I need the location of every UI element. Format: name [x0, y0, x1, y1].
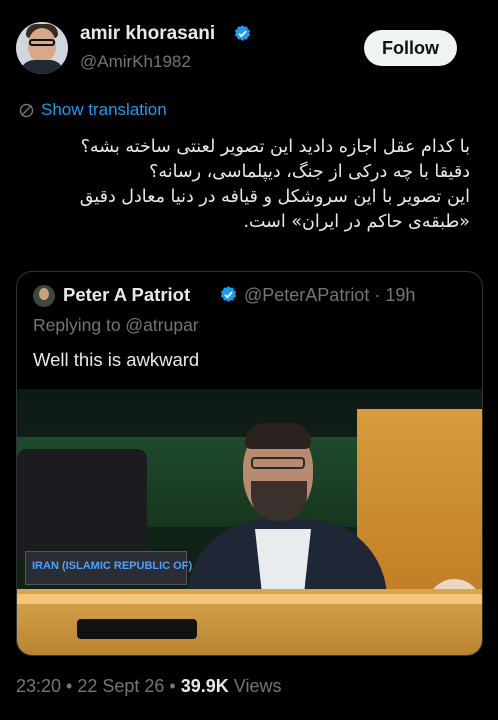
tweet: amir khorasani @AmirKh1982 Follow Show t…	[0, 0, 498, 720]
quote-text: Well this is awkward	[33, 349, 200, 370]
quote-image[interactable]: IRAN (ISLAMIC REPUBLIC OF)	[17, 389, 482, 655]
quote-author-name[interactable]: Peter A Patriot	[63, 284, 190, 306]
author-avatar[interactable]	[16, 22, 68, 74]
tweet-text-line: دقیقا با چه درکی از جنگ، دیپلماسی، رسانه…	[149, 162, 470, 182]
tweet-text-line: «طبقه‌ی حاکم در ایران» است.	[243, 212, 470, 232]
follow-button[interactable]: Follow	[364, 30, 457, 66]
verified-badge-icon	[220, 286, 237, 302]
author-handle[interactable]: @AmirKh1982	[80, 52, 191, 72]
timestamp[interactable]: 23:20 • 22 Sept 26 •	[16, 676, 181, 696]
nameplate-label: IRAN (ISLAMIC REPUBLIC OF)	[32, 560, 193, 572]
verified-badge-icon	[234, 25, 251, 41]
tweet-text-line: این تصویر با این سروشکل و قیافه در دنیا …	[79, 187, 470, 207]
views-count: 39.9K	[180, 676, 229, 696]
show-translation-link[interactable]: Show translation	[18, 100, 167, 120]
translate-icon	[19, 103, 34, 117]
quote-author-handle-time[interactable]: @PeterAPatriot · 19h	[244, 285, 415, 306]
quoted-tweet[interactable]: Peter A Patriot @PeterAPatriot · 19h Rep…	[16, 271, 483, 656]
country-nameplate: IRAN (ISLAMIC REPUBLIC OF)	[25, 551, 192, 585]
replying-to[interactable]: Replying to @atrupar	[33, 315, 199, 336]
quote-author-avatar[interactable]	[33, 285, 55, 307]
tweet-text: با کدام عقل اجازه دادید این تصویر لعنتی …	[10, 135, 470, 235]
author-name[interactable]: amir khorasani	[80, 23, 215, 45]
tweet-meta: 23:20 • 22 Sept 26 • 39.9K Views	[16, 676, 281, 697]
show-translation-label: Show translation	[41, 100, 167, 119]
tweet-text-line: با کدام عقل اجازه دادید این تصویر لعنتی …	[80, 137, 470, 157]
views-label: Views	[228, 676, 282, 696]
